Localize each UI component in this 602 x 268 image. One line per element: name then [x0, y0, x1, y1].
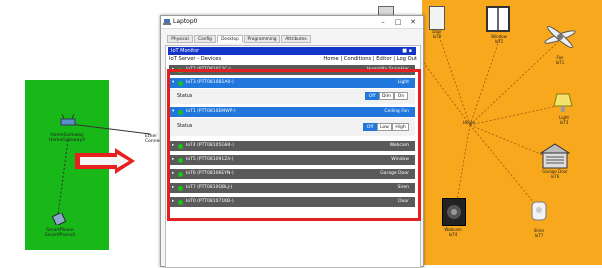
- highlight-box: [167, 69, 421, 221]
- light-icon[interactable]: [553, 92, 573, 114]
- tab-bar: Physical Config Desktop Programming Attr…: [167, 35, 317, 43]
- close-icon[interactable]: ✕: [406, 17, 420, 27]
- siren-label: Siren IoT7: [533, 228, 545, 238]
- tab-physical[interactable]: Physical: [167, 35, 193, 43]
- window-title: Laptop0: [173, 18, 198, 25]
- laptop-icon: [163, 19, 171, 25]
- webcam-label: Webcam IoT4: [444, 227, 462, 237]
- tab-attributes[interactable]: Attributes: [281, 35, 311, 43]
- fan-icon[interactable]: [543, 25, 577, 51]
- window-icon[interactable]: [486, 6, 510, 32]
- maximize-icon[interactable]: □: [391, 17, 405, 27]
- nav-links[interactable]: Home | Conditions | Editor | Log Out: [323, 56, 417, 62]
- env-center-label: Home: [463, 120, 475, 125]
- door-label: Door IoT0: [432, 29, 442, 39]
- url-text: IoT Monitor: [171, 48, 200, 54]
- title-bar: Laptop0 – □ ✕: [161, 16, 423, 29]
- light-label: Light IoT3: [559, 115, 569, 125]
- tab-desktop[interactable]: Desktop: [217, 35, 243, 43]
- tab-programming[interactable]: Programming: [244, 35, 280, 43]
- page-title: IoT Server - Devices: [169, 56, 222, 62]
- garage-label: Garage Door IoT6: [542, 169, 568, 179]
- door-icon[interactable]: [429, 6, 445, 30]
- url-menu[interactable]: ■ ▪: [402, 48, 412, 54]
- url-bar[interactable]: IoT Monitor ■ ▪: [168, 47, 416, 55]
- garage-icon[interactable]: [539, 143, 571, 169]
- tab-config[interactable]: Config: [194, 35, 216, 43]
- minimize-icon[interactable]: –: [376, 17, 390, 27]
- webcam-icon[interactable]: [442, 198, 466, 226]
- window-label: Window IoT5: [491, 34, 507, 44]
- siren-icon[interactable]: [529, 200, 549, 224]
- fan-label: Fan IoT1: [555, 55, 565, 65]
